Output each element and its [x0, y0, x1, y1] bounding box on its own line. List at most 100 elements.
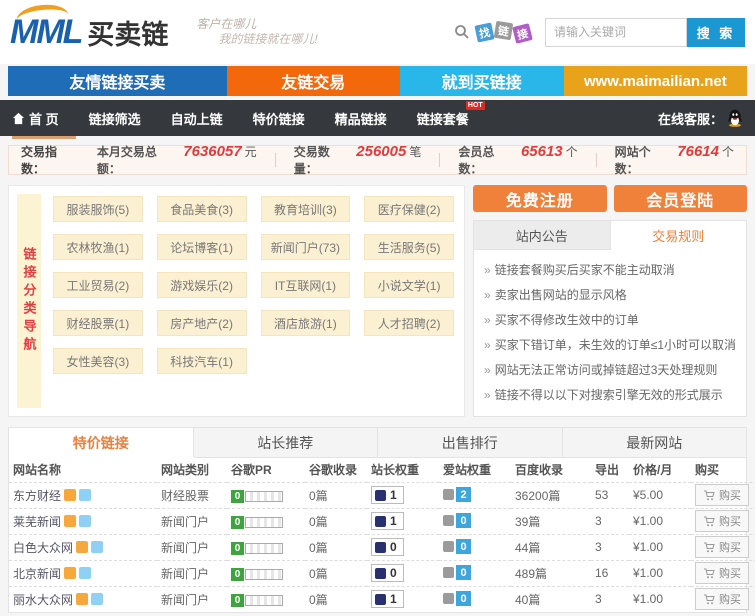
login-button[interactable]: 会员登陆	[614, 185, 747, 212]
account-buttons: 免费注册 会员登陆	[473, 185, 747, 212]
banner-segment-1: 友情链接买卖	[8, 66, 227, 96]
pagerank-indicator: 0	[231, 542, 283, 555]
category-recruitment[interactable]: 人才招聘(2)	[364, 310, 454, 336]
category-hotel-travel[interactable]: 酒店旅游(1)	[261, 310, 351, 336]
pagerank-indicator: 0	[231, 490, 283, 503]
category-food[interactable]: 食品美食(3)	[157, 196, 247, 222]
search-input[interactable]	[545, 18, 687, 47]
nav-item-package[interactable]: 链接套餐 HOT	[417, 100, 469, 136]
nav-item-home[interactable]: 首 页	[12, 100, 59, 136]
category-it[interactable]: IT互联网(1)	[261, 272, 351, 298]
tab-site-notice[interactable]: 站内公告	[474, 221, 610, 250]
category-novels[interactable]: 小说文学(1)	[364, 272, 454, 298]
search-button[interactable]: 搜 索	[687, 18, 745, 47]
outlinks: 16	[591, 560, 629, 586]
site-category: 新闻门户	[157, 560, 227, 586]
chinaz-icon	[375, 542, 386, 553]
home-icon	[12, 112, 25, 125]
cart-icon	[703, 594, 715, 605]
category-clothing[interactable]: 服装服饰(5)	[53, 196, 143, 222]
tab-special-links[interactable]: 特价链接	[9, 428, 194, 458]
site-name-link[interactable]: 白色大众网	[13, 539, 73, 556]
banner-segment-3: 就到买链接	[400, 66, 564, 96]
category-industry[interactable]: 工业贸易(2)	[53, 272, 143, 298]
register-button[interactable]: 免费注册	[473, 185, 606, 212]
slogan: 客户在哪儿 我的链接就在哪儿!	[196, 17, 317, 47]
category-realestate[interactable]: 房产地产(2)	[157, 310, 247, 336]
price: ¥1.00	[629, 586, 691, 612]
rule-item[interactable]: »链接不得以以下对搜索引擎无效的形式展示	[484, 383, 736, 408]
pagerank-indicator: 0	[231, 516, 283, 529]
rule-item[interactable]: »网站无法正常访问或掉链超过3天处理规则	[484, 358, 736, 383]
promo-icon	[64, 515, 76, 527]
category-medical[interactable]: 医疗保健(2)	[364, 196, 454, 222]
buy-button[interactable]: 购买	[695, 562, 749, 584]
nav-item-premium[interactable]: 精品链接	[335, 100, 387, 136]
category-finance[interactable]: 财经股票(1)	[53, 310, 143, 336]
google-index: 0篇	[305, 482, 367, 508]
slogan-line1: 客户在哪儿	[196, 17, 317, 32]
category-forum[interactable]: 论坛博客(1)	[157, 234, 247, 260]
category-beauty[interactable]: 女性美容(3)	[53, 348, 143, 374]
google-index: 0篇	[305, 508, 367, 534]
category-panel: 链接分类导航 服装服饰(5) 食品美食(3) 教育培训(3) 医疗保健(2) 农…	[8, 185, 465, 417]
cart-icon	[703, 516, 715, 527]
category-games[interactable]: 游戏娱乐(2)	[157, 272, 247, 298]
hot-badge: HOT	[466, 101, 485, 110]
online-service[interactable]: 在线客服：	[658, 109, 743, 128]
tab-newest-sites[interactable]: 最新网站	[563, 428, 747, 457]
rule-item[interactable]: »买家不得修改生效中的订单	[484, 308, 736, 333]
stats-title: 交易指数：	[21, 143, 81, 177]
buy-button[interactable]: 购买	[695, 588, 749, 610]
main-content: 链接分类导航 服装服饰(5) 食品美食(3) 教育培训(3) 医疗保健(2) 农…	[8, 185, 747, 417]
site-name-link[interactable]: 莱芜新闻	[13, 513, 61, 530]
notice-box: 站内公告 交易规则 »链接套餐购买后买家不能主动取消 »卖家出售网站的显示风格 …	[473, 220, 747, 417]
site-name-link[interactable]: 丽水大众网	[13, 591, 73, 608]
banner-segment-url[interactable]: www.maimailian.net	[564, 66, 747, 96]
nav-item-special[interactable]: 特价链接	[253, 100, 305, 136]
nav-item-autolink[interactable]: 自动上链	[171, 100, 223, 136]
rule-item[interactable]: »卖家出售网站的显示风格	[484, 283, 736, 308]
listing-tabs: 特价链接 站长推荐 出售排行 最新网站	[9, 428, 746, 458]
site-logo[interactable]: MML 买卖链	[10, 15, 168, 49]
site-name-link[interactable]: 东方财经	[13, 487, 61, 504]
nav-item-filter[interactable]: 链接筛选	[89, 100, 141, 136]
rule-item[interactable]: »买家下错订单，未生效的订单≤1小时可以取消	[484, 333, 736, 358]
cert-icon	[91, 593, 103, 605]
chinaz-icon	[375, 516, 386, 527]
site-category: 新闻门户	[157, 534, 227, 560]
aizhan-weight-badge: 0	[443, 513, 471, 528]
buy-button[interactable]: 购买	[695, 536, 749, 558]
chinaz-weight-badge: 1	[371, 512, 404, 530]
baidu-index: 40篇	[511, 586, 591, 612]
cert-icon	[79, 489, 91, 501]
col-google-index: 谷歌收录	[305, 458, 367, 482]
outlinks: 3	[591, 534, 629, 560]
category-education[interactable]: 教育培训(3)	[261, 196, 351, 222]
divider	[596, 153, 597, 167]
cert-icon	[79, 515, 91, 527]
aizhan-icon	[443, 541, 454, 552]
rule-item[interactable]: »链接套餐购买后买家不能主动取消	[484, 258, 736, 283]
col-outlinks: 导出	[591, 458, 629, 482]
category-news[interactable]: 新闻门户(73)	[261, 234, 351, 260]
buy-button[interactable]: 购买	[695, 484, 749, 506]
table-row: 白色大众网 新闻门户 0 0篇 0 0 44篇 3 ¥1.00 购买	[9, 534, 755, 560]
chinaz-weight-badge: 0	[371, 564, 404, 582]
col-site-name: 网站名称	[9, 458, 157, 482]
site-name-link[interactable]: 北京新闻	[13, 565, 61, 582]
site-category: 新闻门户	[157, 586, 227, 612]
tab-trade-rules[interactable]: 交易规则	[611, 221, 746, 250]
category-life-service[interactable]: 生活服务(5)	[364, 234, 454, 260]
col-site-category: 网站类别	[157, 458, 227, 482]
baidu-index: 489篇	[511, 560, 591, 586]
tab-webmaster-recommend[interactable]: 站长推荐	[194, 428, 379, 457]
category-tech-auto[interactable]: 科技汽车(1)	[157, 348, 247, 374]
main-navbar: 首 页 链接筛选 自动上链 特价链接 精品链接 链接套餐 HOT 在线客服：	[0, 100, 755, 136]
price: ¥1.00	[629, 560, 691, 586]
tile-zhao: 找	[474, 22, 494, 42]
buy-button[interactable]: 购买	[695, 510, 749, 532]
tab-sales-ranking[interactable]: 出售排行	[378, 428, 563, 457]
category-agriculture[interactable]: 农林牧渔(1)	[53, 234, 143, 260]
chinaz-icon	[375, 568, 386, 579]
